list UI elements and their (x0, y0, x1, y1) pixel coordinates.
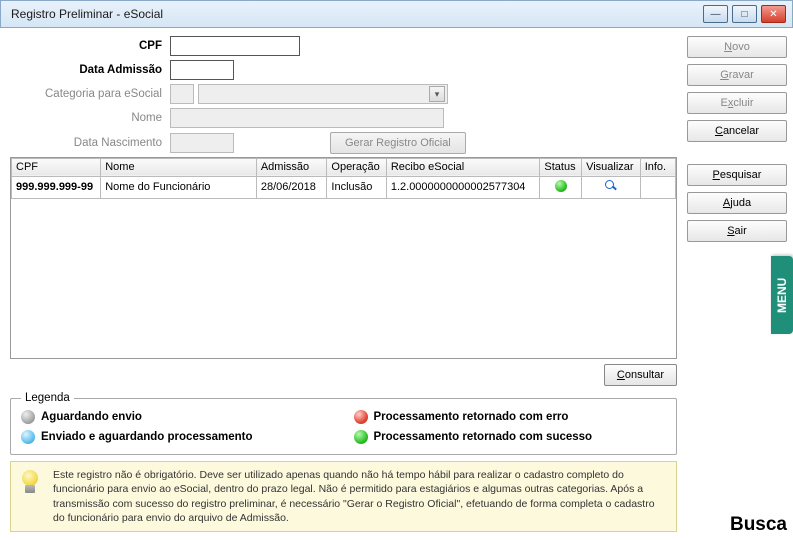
legend-sucesso: Processamento retornado com sucesso (354, 430, 667, 444)
status-success-icon (555, 180, 567, 192)
cell-admissao: 28/06/2018 (256, 176, 327, 198)
row-categoria: Categoria para eSocial ▾ (10, 84, 677, 105)
gerar-registro-button[interactable]: Gerar Registro Oficial (330, 132, 466, 154)
info-strip: Este registro não é obrigatório. Deve se… (10, 461, 677, 532)
maximize-button[interactable]: □ (732, 5, 757, 23)
table-header-row: CPF Nome Admissão Operação Recibo eSocia… (12, 158, 676, 176)
titlebar: Registro Preliminar - eSocial — □ ✕ (0, 0, 793, 28)
cell-status (540, 176, 582, 198)
data-admissao-input[interactable] (170, 60, 234, 80)
label-data-nascimento: Data Nascimento (10, 137, 170, 149)
row-data-nascimento: Data Nascimento Gerar Registro Oficial (10, 132, 677, 154)
legend-enviado: Enviado e aguardando processamento (21, 430, 334, 444)
status-waiting-icon (21, 410, 35, 424)
col-visualizar[interactable]: Visualizar (582, 158, 641, 176)
legend-aguardando: Aguardando envio (21, 410, 334, 424)
label-cpf: CPF (10, 40, 170, 52)
busca-label[interactable]: Busca (730, 514, 787, 536)
table-row[interactable]: 999.999.999-99 Nome do Funcionário 28/06… (12, 176, 676, 198)
pesquisar-button[interactable]: Pesquisar (687, 164, 787, 186)
label-data-admissao: Data Admissão (10, 64, 170, 76)
cell-nome: Nome do Funcionário (101, 176, 257, 198)
consultar-button[interactable]: Consultar (604, 364, 677, 386)
window-buttons: — □ ✕ (703, 5, 786, 23)
nome-input (170, 108, 444, 128)
col-info[interactable]: Info. (640, 158, 675, 176)
results-grid: CPF Nome Admissão Operação Recibo eSocia… (10, 157, 677, 359)
col-status[interactable]: Status (540, 158, 582, 176)
sair-button[interactable]: Sair (687, 220, 787, 242)
categoria-select: ▾ (198, 84, 448, 104)
status-sent-icon (21, 430, 35, 444)
chevron-down-icon: ▾ (429, 86, 445, 102)
window-title: Registro Preliminar - eSocial (11, 7, 163, 21)
col-admissao[interactable]: Admissão (256, 158, 327, 176)
magnify-icon (604, 179, 618, 193)
minimize-button[interactable]: — (703, 5, 728, 23)
categoria-code-input (170, 84, 194, 104)
label-categoria: Categoria para eSocial (10, 88, 170, 100)
cpf-input[interactable] (170, 36, 300, 56)
col-nome[interactable]: Nome (101, 158, 257, 176)
gravar-button[interactable]: Gravar (687, 64, 787, 86)
col-recibo[interactable]: Recibo eSocial (386, 158, 540, 176)
legend-title: Legenda (21, 392, 74, 404)
cell-recibo: 1.2.0000000000002577304 (386, 176, 540, 198)
label-nome: Nome (10, 112, 170, 124)
cell-operacao: Inclusão (327, 176, 386, 198)
col-cpf[interactable]: CPF (12, 158, 101, 176)
status-error-icon (354, 410, 368, 424)
lightbulb-icon (19, 470, 41, 498)
row-cpf: CPF (10, 36, 677, 57)
legend-erro: Processamento retornado com erro (354, 410, 667, 424)
ajuda-button[interactable]: Ajuda (687, 192, 787, 214)
row-nome: Nome (10, 108, 677, 129)
legend-box: Legenda Aguardando envio Processamento r… (10, 392, 677, 455)
close-button[interactable]: ✕ (761, 5, 786, 23)
menu-tab[interactable]: MENU (771, 256, 793, 334)
data-nascimento-input (170, 133, 234, 153)
info-text: Este registro não é obrigatório. Deve se… (53, 469, 655, 524)
excluir-button[interactable]: Excluir (687, 92, 787, 114)
row-data-admissao: Data Admissão (10, 60, 677, 81)
status-success-icon (354, 430, 368, 444)
cell-cpf: 999.999.999-99 (12, 176, 101, 198)
cell-info[interactable] (640, 176, 675, 198)
col-operacao[interactable]: Operação (327, 158, 386, 176)
cancelar-button[interactable]: Cancelar (687, 120, 787, 142)
cell-visualizar[interactable] (582, 176, 641, 198)
novo-button[interactable]: Novo (687, 36, 787, 58)
